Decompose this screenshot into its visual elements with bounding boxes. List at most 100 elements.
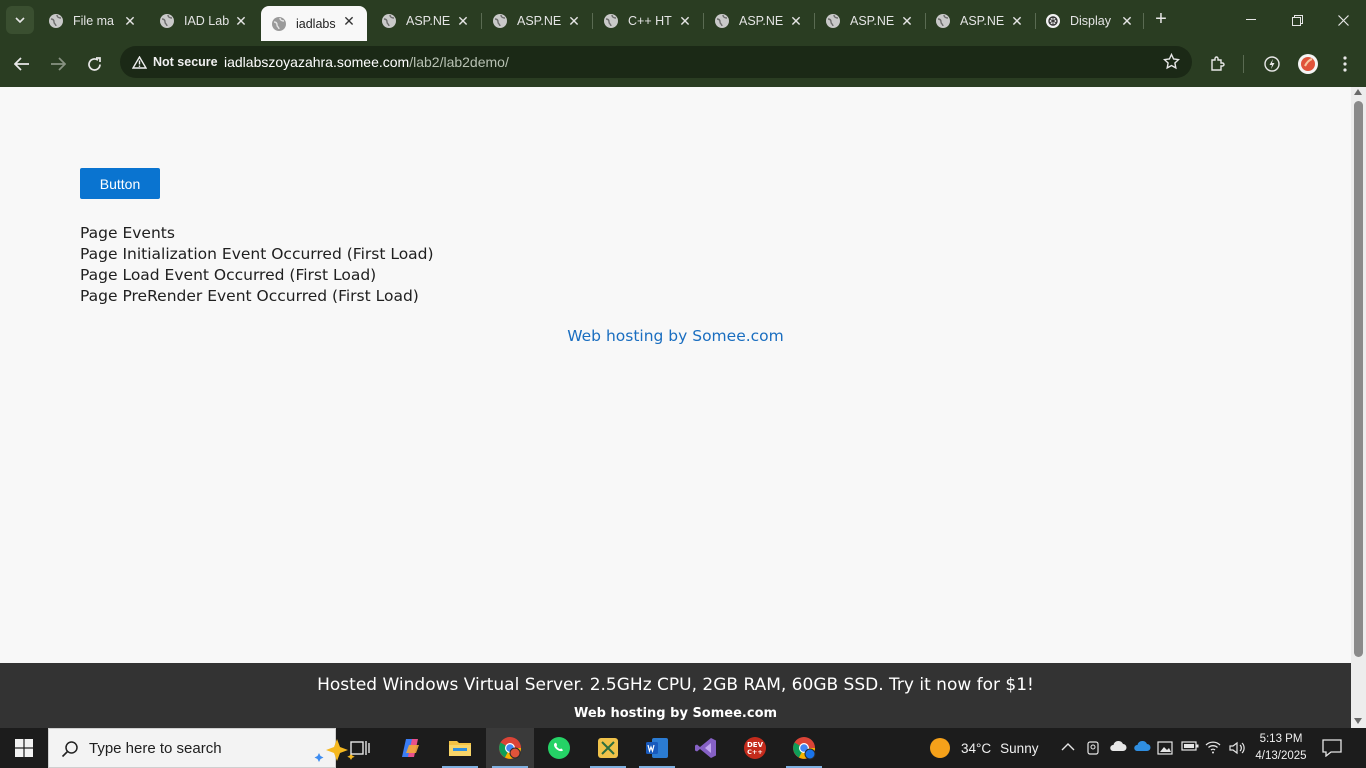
image-icon[interactable] <box>1157 740 1173 756</box>
profile-avatar[interactable] <box>1295 51 1321 77</box>
chevron-down-icon <box>15 17 25 23</box>
meet-now-icon[interactable] <box>1085 740 1101 756</box>
copilot-icon[interactable] <box>387 728 435 768</box>
tab-6[interactable]: ASP.NE ✕ <box>704 6 814 36</box>
tab-0[interactable]: File ma ✕ <box>38 6 148 36</box>
ad-banner[interactable]: Hosted Windows Virtual Server. 2.5GHz CP… <box>0 663 1351 728</box>
tab-5[interactable]: C++ HT ✕ <box>593 6 703 36</box>
tab-title: C++ HT <box>628 14 672 28</box>
tab-title: ASP.NE <box>406 14 451 28</box>
file-explorer-icon[interactable] <box>436 728 484 768</box>
tab-8[interactable]: ASP.NE ✕ <box>925 6 1035 36</box>
svg-text:C++: C++ <box>747 748 763 756</box>
ad-main-text[interactable]: Hosted Windows Virtual Server. 2.5GHz CP… <box>0 675 1351 695</box>
security-label: Not secure <box>153 55 218 69</box>
site-info-chip[interactable]: Not secure <box>126 50 226 74</box>
page-button[interactable]: Button <box>80 168 160 199</box>
battery-icon[interactable] <box>1181 740 1199 756</box>
close-tab-icon[interactable]: ✕ <box>233 13 249 29</box>
snipping-tool-icon[interactable] <box>584 728 632 768</box>
restore-icon[interactable] <box>1274 0 1320 40</box>
tab-title: ASP.NE <box>739 14 784 28</box>
tab-title: ASP.NE <box>850 14 895 28</box>
word-icon[interactable] <box>633 728 681 768</box>
close-tab-icon[interactable]: ✕ <box>455 13 471 29</box>
globe-icon <box>48 13 64 29</box>
taskbar-search-box[interactable]: Type here to search <box>48 728 355 768</box>
globe-icon <box>271 16 287 32</box>
tab-1[interactable]: IAD Lab ✕ <box>149 6 259 36</box>
chevron-up-icon[interactable] <box>1060 740 1076 756</box>
cloud-icon[interactable] <box>1109 740 1127 756</box>
browser-toolbar: Not secure iadlabszoyazahra.somee.com/la… <box>0 41 1366 87</box>
clock-time: 5:13 PM <box>1259 733 1303 745</box>
windows-taskbar: Type here to search DEV C++ 34°C Sunny 5… <box>0 728 1366 768</box>
globe-icon <box>159 13 175 29</box>
globe-icon <box>714 13 730 29</box>
visual-studio-icon[interactable] <box>682 728 730 768</box>
wifi-icon[interactable] <box>1205 740 1221 756</box>
page-viewport: Button Page Events Page Initialization E… <box>0 87 1351 663</box>
globe-icon <box>825 13 841 29</box>
clock[interactable]: 5:13 PM 4/13/2025 <box>1255 731 1307 765</box>
globe-icon <box>492 13 508 29</box>
close-tab-icon[interactable]: ✕ <box>566 13 582 29</box>
extensions-puzzle-icon[interactable] <box>1205 51 1231 77</box>
weather-widget[interactable]: 34°C Sunny <box>930 728 1038 768</box>
weather-desc: Sunny <box>1000 740 1039 756</box>
toolbar-divider <box>1243 55 1244 73</box>
tab-7[interactable]: ASP.NE ✕ <box>815 6 925 36</box>
openai-icon <box>1045 13 1061 29</box>
onedrive-icon[interactable] <box>1133 740 1151 756</box>
performance-icon[interactable] <box>1259 51 1285 77</box>
tab-title: ASP.NE <box>517 14 562 28</box>
close-tab-icon[interactable]: ✕ <box>1119 13 1135 29</box>
close-window-icon[interactable] <box>1320 0 1366 40</box>
tab-search-button[interactable] <box>6 6 34 34</box>
whatsapp-icon[interactable] <box>535 728 583 768</box>
new-tab-icon[interactable]: + <box>1150 8 1172 30</box>
address-bar[interactable]: Not secure iadlabszoyazahra.somee.com/la… <box>120 46 1192 78</box>
clock-date: 4/13/2025 <box>1255 750 1307 762</box>
vertical-scrollbar[interactable] <box>1351 87 1366 728</box>
tab-9[interactable]: Display ✕ <box>1035 6 1145 36</box>
close-tab-icon[interactable]: ✕ <box>899 13 915 29</box>
dev-cpp-icon[interactable]: DEV C++ <box>731 728 779 768</box>
url-path: /lab2/lab2demo/ <box>409 54 509 70</box>
hosting-link[interactable]: Web hosting by Somee.com <box>567 327 784 345</box>
volume-icon[interactable] <box>1228 740 1245 756</box>
close-tab-icon[interactable]: ✕ <box>122 13 138 29</box>
kebab-menu-icon[interactable] <box>1332 51 1358 77</box>
bookmark-star-icon[interactable] <box>1162 52 1181 75</box>
close-tab-icon[interactable]: ✕ <box>788 13 804 29</box>
scroll-down-arrow-icon[interactable] <box>1354 718 1362 724</box>
events-heading: Page Events <box>80 224 175 242</box>
event-line: Page Initialization Event Occurred (Firs… <box>80 245 434 263</box>
scroll-up-arrow-icon[interactable] <box>1354 89 1362 95</box>
ad-sub-text[interactable]: Web hosting by Somee.com <box>0 706 1351 721</box>
task-view-icon[interactable] <box>336 728 384 768</box>
close-tab-icon[interactable]: ✕ <box>341 13 357 29</box>
forward-arrow-icon[interactable] <box>44 50 72 78</box>
tab-title: iadlabs <box>296 16 336 31</box>
tab-title: IAD Lab <box>184 14 230 28</box>
event-line: Page Load Event Occurred (First Load) <box>80 266 377 284</box>
tab-4[interactable]: ASP.NE ✕ <box>482 6 592 36</box>
url-host: iadlabszoyazahra.somee.com <box>224 54 410 70</box>
windows-start-icon[interactable] <box>0 728 48 768</box>
chrome-icon[interactable] <box>486 728 534 768</box>
back-arrow-icon[interactable] <box>8 50 36 78</box>
close-tab-icon[interactable]: ✕ <box>677 13 693 29</box>
tab-3[interactable]: ASP.NE ✕ <box>371 6 481 36</box>
scroll-thumb[interactable] <box>1354 101 1363 657</box>
chrome-profile-icon[interactable] <box>780 728 828 768</box>
globe-icon <box>935 13 951 29</box>
sun-icon <box>930 738 950 758</box>
tab-title: File ma <box>73 14 114 28</box>
tab-2-active[interactable]: iadlabs ✕ <box>261 6 367 41</box>
minimize-icon[interactable] <box>1228 0 1274 40</box>
reload-icon[interactable] <box>80 50 108 78</box>
notification-icon[interactable] <box>1322 739 1342 762</box>
url-text[interactable]: iadlabszoyazahra.somee.com/lab2/lab2demo… <box>224 54 509 70</box>
close-tab-icon[interactable]: ✕ <box>1009 13 1025 29</box>
